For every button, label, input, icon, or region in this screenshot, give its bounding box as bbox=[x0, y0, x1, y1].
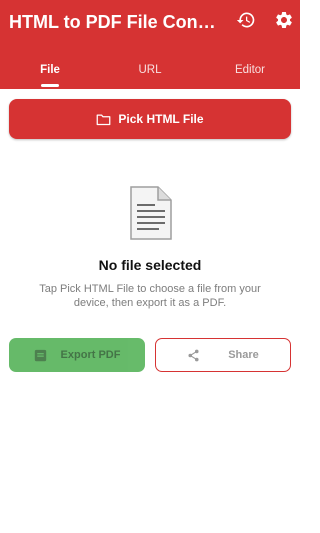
pdf-icon bbox=[34, 349, 46, 361]
export-pdf-button[interactable]: Export PDF bbox=[9, 338, 145, 372]
tab-editor-label: Editor bbox=[234, 63, 266, 76]
settings-button[interactable] bbox=[270, 6, 298, 34]
gear-icon bbox=[276, 11, 292, 28]
share-icon bbox=[188, 349, 199, 361]
share-label: Share bbox=[228, 349, 259, 361]
history-icon bbox=[236, 12, 255, 28]
app-bar: HTML to PDF File Conver… File URL Editor bbox=[0, 0, 300, 89]
tab-url[interactable]: URL bbox=[100, 50, 200, 89]
tab-bar: File URL Editor bbox=[0, 50, 300, 89]
tab-file-label: File bbox=[40, 63, 60, 76]
pick-html-file-button[interactable]: Pick HTML File bbox=[9, 99, 291, 139]
empty-state-title: No file selected bbox=[98, 257, 202, 273]
tab-url-label: URL bbox=[138, 63, 162, 76]
share-button[interactable]: Share bbox=[155, 338, 291, 372]
history-button[interactable] bbox=[232, 6, 260, 34]
folder-icon bbox=[97, 114, 111, 125]
tab-editor[interactable]: Editor bbox=[200, 50, 300, 89]
app-title: HTML to PDF File Conver… bbox=[9, 12, 221, 32]
export-pdf-label: Export PDF bbox=[60, 349, 121, 361]
tab-file[interactable]: File bbox=[0, 50, 100, 89]
pick-html-file-label: Pick HTML File bbox=[118, 112, 204, 126]
empty-state-description: Tap Pick HTML File to choose a file from… bbox=[39, 283, 261, 309]
tab-indicator bbox=[41, 84, 59, 87]
document-icon bbox=[130, 186, 172, 240]
